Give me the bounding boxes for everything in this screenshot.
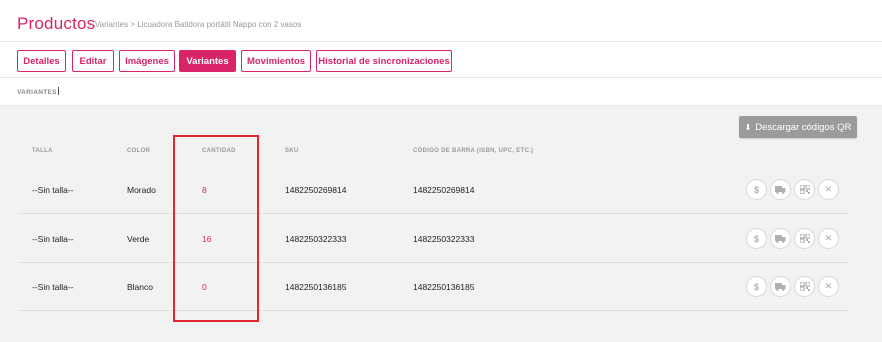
section-label-text: VARIANTES — [17, 89, 57, 96]
row-divider — [18, 262, 848, 263]
dollar-icon[interactable]: $ — [746, 179, 767, 200]
download-qr-label: Descargar códigos QR — [755, 121, 852, 133]
variants-content — [0, 106, 882, 342]
row-divider — [18, 213, 848, 214]
text-caret — [57, 87, 59, 95]
cell-talla: --Sin talla-- — [32, 234, 74, 244]
cell-barcode: 1482250322333 — [413, 234, 475, 244]
column-header-talla: TALLA — [32, 148, 53, 154]
tab-imagenes[interactable]: Imágenes — [119, 50, 175, 72]
close-icon[interactable]: ✕ — [818, 276, 839, 297]
tab-movimientos[interactable]: Movimientos — [241, 50, 311, 72]
column-header-sku: SKU — [285, 148, 299, 154]
truck-icon[interactable] — [770, 228, 791, 249]
breadcrumb: > Variantes > Licuadora Batidora portáti… — [88, 20, 302, 29]
section-label: VARIANTES — [17, 87, 59, 96]
barcode-icon[interactable] — [794, 276, 815, 297]
cell-sku: 1482250136185 — [285, 282, 347, 292]
cell-talla: --Sin talla-- — [32, 185, 74, 195]
cell-color: Blanco — [127, 282, 153, 292]
page-header: Productos > Variantes > Licuadora Batido… — [0, 0, 882, 42]
section-label-bar: VARIANTES — [0, 78, 882, 106]
dollar-icon[interactable]: $ — [746, 276, 767, 297]
download-qr-button[interactable]: ⬇ Descargar códigos QR — [739, 116, 857, 138]
cell-talla: --Sin talla-- — [32, 282, 74, 292]
cell-barcode: 1482250136185 — [413, 282, 475, 292]
cell-barcode: 1482250269814 — [413, 185, 475, 195]
tab-editar[interactable]: Editar — [72, 50, 114, 72]
close-icon[interactable]: ✕ — [818, 179, 839, 200]
tab-historial-sincronizaciones[interactable]: Historial de sincronizaciones — [316, 50, 452, 72]
barcode-icon[interactable] — [794, 179, 815, 200]
cell-sku: 1482250322333 — [285, 234, 347, 244]
tab-variantes[interactable]: Variantes — [179, 50, 236, 72]
tab-detalles[interactable]: Detalles — [17, 50, 66, 72]
column-header-color: COLOR — [127, 148, 151, 154]
cell-color: Verde — [127, 234, 150, 244]
tabs-bar: Detalles Editar Imágenes Variantes Movim… — [0, 42, 882, 78]
row-divider — [18, 310, 848, 311]
cell-color: Morado — [127, 185, 156, 195]
cantidad-highlight-box — [173, 135, 259, 322]
download-icon: ⬇ — [744, 122, 752, 132]
close-icon[interactable]: ✕ — [818, 228, 839, 249]
column-header-codigo-barra: CÓDIGO DE BARRA (ISBN, UPC, ETC.) — [413, 148, 534, 154]
cell-sku: 1482250269814 — [285, 185, 347, 195]
truck-icon[interactable] — [770, 276, 791, 297]
page-title: Productos — [17, 14, 96, 33]
dollar-icon[interactable]: $ — [746, 228, 767, 249]
truck-icon[interactable] — [770, 179, 791, 200]
barcode-icon[interactable] — [794, 228, 815, 249]
